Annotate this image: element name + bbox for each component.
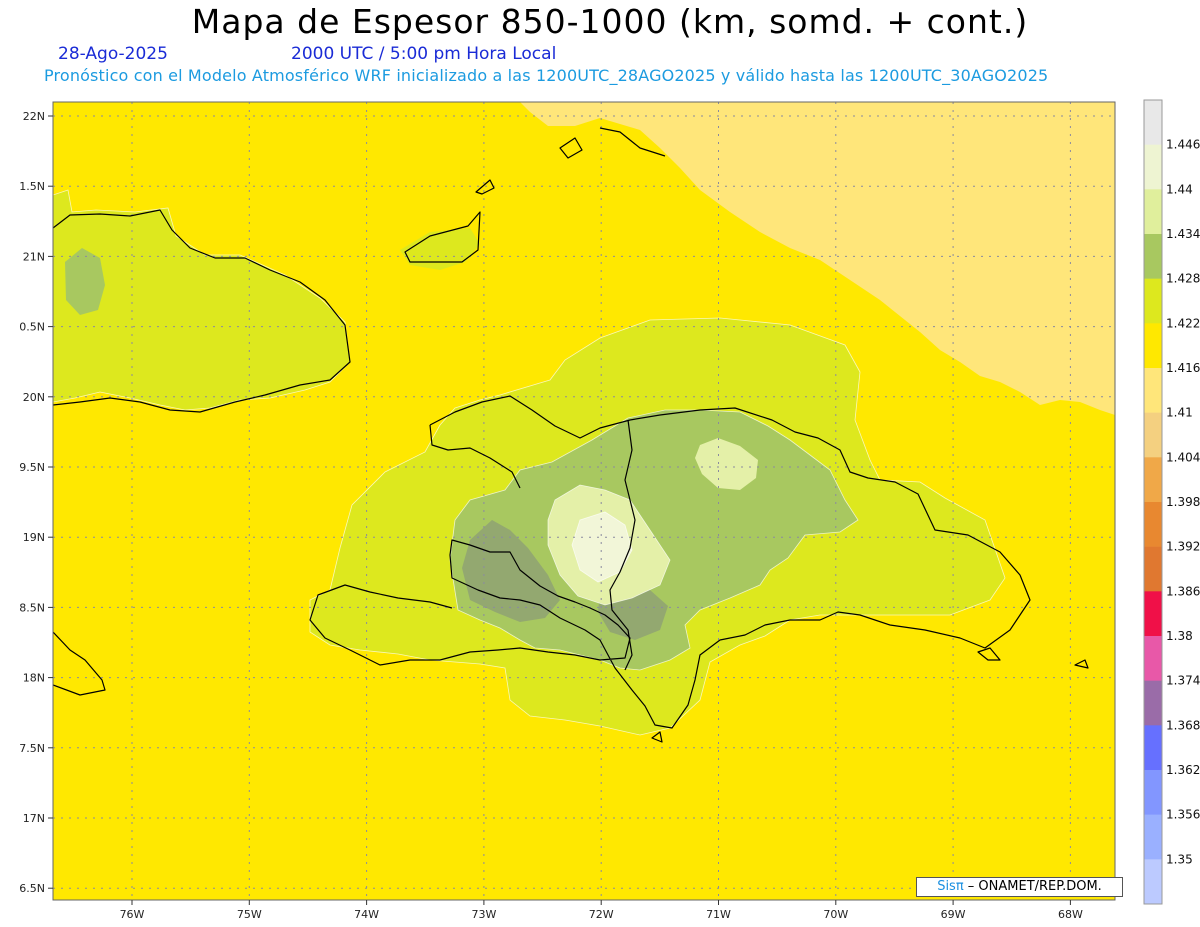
colorbar-label: 1.356 <box>1166 808 1200 822</box>
latitude-tick-label: 18N <box>23 672 45 685</box>
longitude-tick-label: 73W <box>471 908 496 921</box>
colorbar-segment <box>1144 412 1162 458</box>
colorbar-segment <box>1144 680 1162 726</box>
colorbar-segment <box>1144 636 1162 681</box>
longitude-tick-label: 71W <box>706 908 731 921</box>
credit-brand: Sisπ <box>937 879 964 894</box>
longitude-axis: 76W 75W 74W 73W 72W 71W 70W 69W 68W <box>120 900 1083 921</box>
colorbar-segment <box>1144 502 1162 547</box>
colorbar-segment <box>1144 859 1162 905</box>
longitude-tick-label: 76W <box>120 908 145 921</box>
colorbar-label: 1.446 <box>1166 138 1200 152</box>
latitude-tick-label: 6.5N <box>19 882 45 895</box>
latitude-tick-label: 17N <box>23 812 45 825</box>
thickness-zone-cuba-east <box>65 248 105 315</box>
colorbar-segment <box>1144 368 1162 413</box>
latitude-tick-label: 9.5N <box>19 461 45 474</box>
thickness-map: 22N 1.5N 21N 0.5N 20N 9.5N 19N 8.5N 18N 7.5N 17N 6.… <box>19 99 1200 921</box>
colorbar-label: 1.398 <box>1166 495 1200 509</box>
colorbar-segment <box>1144 144 1162 190</box>
latitude-tick-label: 19N <box>23 531 45 544</box>
colorbar-label: 1.41 <box>1166 406 1193 420</box>
colorbar-label: 1.368 <box>1166 718 1200 732</box>
colorbar-segment <box>1144 189 1162 235</box>
colorbar-label: 1.416 <box>1166 361 1200 375</box>
longitude-tick-label: 75W <box>237 908 262 921</box>
longitude-tick-label: 68W <box>1058 908 1083 921</box>
color-scale-bar: 1.446 1.44 1.434 1.428 1.422 1.416 1.41 1.404 1.… <box>1143 99 1200 905</box>
longitude-tick-label: 74W <box>354 908 379 921</box>
latitude-tick-label: 0.5N <box>19 321 45 334</box>
latitude-tick-label: 21N <box>23 250 45 263</box>
colorbar-segment <box>1144 814 1162 860</box>
latitude-tick-label: 7.5N <box>19 742 45 755</box>
credit-organization: – ONAMET/REP.DOM. <box>963 879 1102 894</box>
colorbar-label: 1.38 <box>1166 629 1193 643</box>
map-field <box>53 102 1115 900</box>
colorbar-segment <box>1144 323 1162 369</box>
colorbar-segment <box>1144 770 1162 815</box>
latitude-tick-label: 8.5N <box>19 601 45 614</box>
longitude-tick-label: 70W <box>823 908 848 921</box>
credit-box: Sisπ – ONAMET/REP.DOM. <box>916 877 1123 897</box>
colorbar-label: 1.428 <box>1166 272 1200 286</box>
colorbar-label: 1.362 <box>1166 763 1200 777</box>
colorbar-segment <box>1144 725 1162 771</box>
colorbar-segment <box>1144 278 1162 324</box>
colorbar-segment <box>1144 457 1162 503</box>
colorbar-label: 1.374 <box>1166 674 1200 688</box>
colorbar-label: 1.392 <box>1166 540 1200 554</box>
colorbar-label: 1.434 <box>1166 227 1200 241</box>
colorbar-label: 1.386 <box>1166 584 1200 598</box>
longitude-tick-label: 72W <box>589 908 614 921</box>
colorbar-label: 1.44 <box>1166 182 1193 196</box>
latitude-axis: 22N 1.5N 21N 0.5N 20N 9.5N 19N 8.5N 18N 7.5N 17N 6.… <box>19 110 53 895</box>
latitude-tick-label: 20N <box>23 391 45 404</box>
colorbar-segment <box>1144 234 1162 279</box>
colorbar-label: 1.422 <box>1166 316 1200 330</box>
latitude-tick-label: 1.5N <box>19 180 45 193</box>
colorbar-label: 1.404 <box>1166 450 1200 464</box>
latitude-tick-label: 22N <box>23 110 45 123</box>
colorbar-segment <box>1144 546 1162 592</box>
longitude-tick-label: 69W <box>941 908 966 921</box>
colorbar-segment <box>1144 100 1162 145</box>
colorbar-label: 1.35 <box>1166 852 1193 866</box>
colorbar-segment <box>1144 591 1162 637</box>
